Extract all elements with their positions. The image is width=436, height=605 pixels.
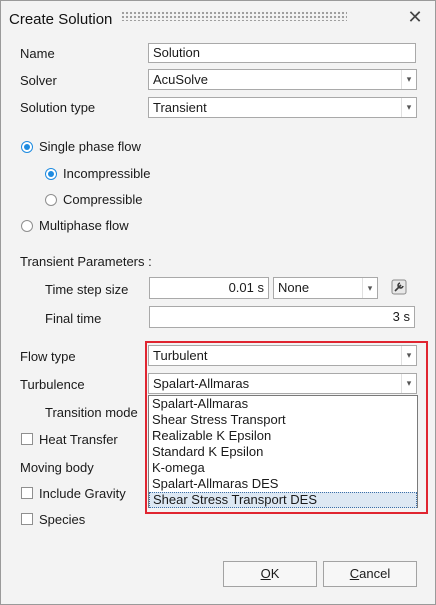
heat-transfer-label: Heat Transfer [39, 432, 118, 447]
title-bar[interactable]: Create Solution ✕ [1, 1, 435, 35]
transition-mode-label: Transition mode [45, 405, 138, 420]
solver-value: AcuSolve [153, 72, 208, 87]
time-step-unit-select[interactable]: None ▾ [273, 277, 378, 299]
moving-body-label: Moving body [20, 460, 94, 475]
transient-parameters-label: Transient Parameters : [20, 254, 152, 269]
time-step-label: Time step size [45, 282, 129, 297]
wrench-icon[interactable] [391, 279, 407, 295]
solution-type-select[interactable]: Transient ▾ [148, 97, 417, 118]
final-time-label: Final time [45, 311, 102, 326]
multiphase-label: Multiphase flow [39, 218, 129, 233]
create-solution-dialog: Create Solution ✕ Name Solution Solver A… [0, 0, 436, 605]
name-input[interactable]: Solution [148, 43, 416, 63]
chevron-down-icon[interactable]: ▾ [362, 278, 377, 298]
chevron-down-icon[interactable]: ▾ [401, 70, 416, 89]
ok-mnemonic: O [260, 566, 271, 581]
solution-type-label: Solution type [20, 100, 96, 115]
flow-type-label: Flow type [20, 349, 76, 364]
ok-label-rest: K [270, 566, 280, 581]
multiphase-radio[interactable] [21, 220, 33, 232]
name-label: Name [20, 46, 55, 61]
species-label: Species [39, 512, 86, 527]
single-phase-radio[interactable] [21, 141, 33, 153]
compressible-radio[interactable] [45, 194, 57, 206]
compressible-label: Compressible [63, 192, 143, 207]
solver-select[interactable]: AcuSolve ▾ [148, 69, 417, 90]
cancel-mnemonic: C [349, 566, 360, 581]
time-step-input[interactable]: 0.01 s [149, 277, 269, 299]
dialog-title: Create Solution [9, 11, 113, 28]
ok-button[interactable]: OK [223, 561, 317, 587]
include-gravity-label: Include Gravity [39, 486, 126, 501]
close-icon[interactable]: ✕ [405, 7, 425, 27]
include-gravity-checkbox[interactable] [21, 487, 33, 499]
cancel-label-rest: ancel [359, 566, 391, 581]
solution-type-value: Transient [153, 100, 207, 115]
cancel-button[interactable]: Cancel [323, 561, 417, 587]
final-time-input[interactable]: 3 s [149, 306, 415, 328]
single-phase-label: Single phase flow [39, 139, 141, 154]
highlight-box [145, 341, 428, 514]
heat-transfer-checkbox[interactable] [21, 433, 33, 445]
chevron-down-icon[interactable]: ▾ [401, 98, 416, 117]
incompressible-radio[interactable] [45, 168, 57, 180]
solver-label: Solver [20, 73, 57, 88]
drag-grip[interactable] [121, 11, 347, 21]
species-checkbox[interactable] [21, 513, 33, 525]
time-step-unit-value: None [278, 280, 310, 295]
incompressible-label: Incompressible [63, 166, 151, 181]
turbulence-label: Turbulence [20, 377, 85, 392]
